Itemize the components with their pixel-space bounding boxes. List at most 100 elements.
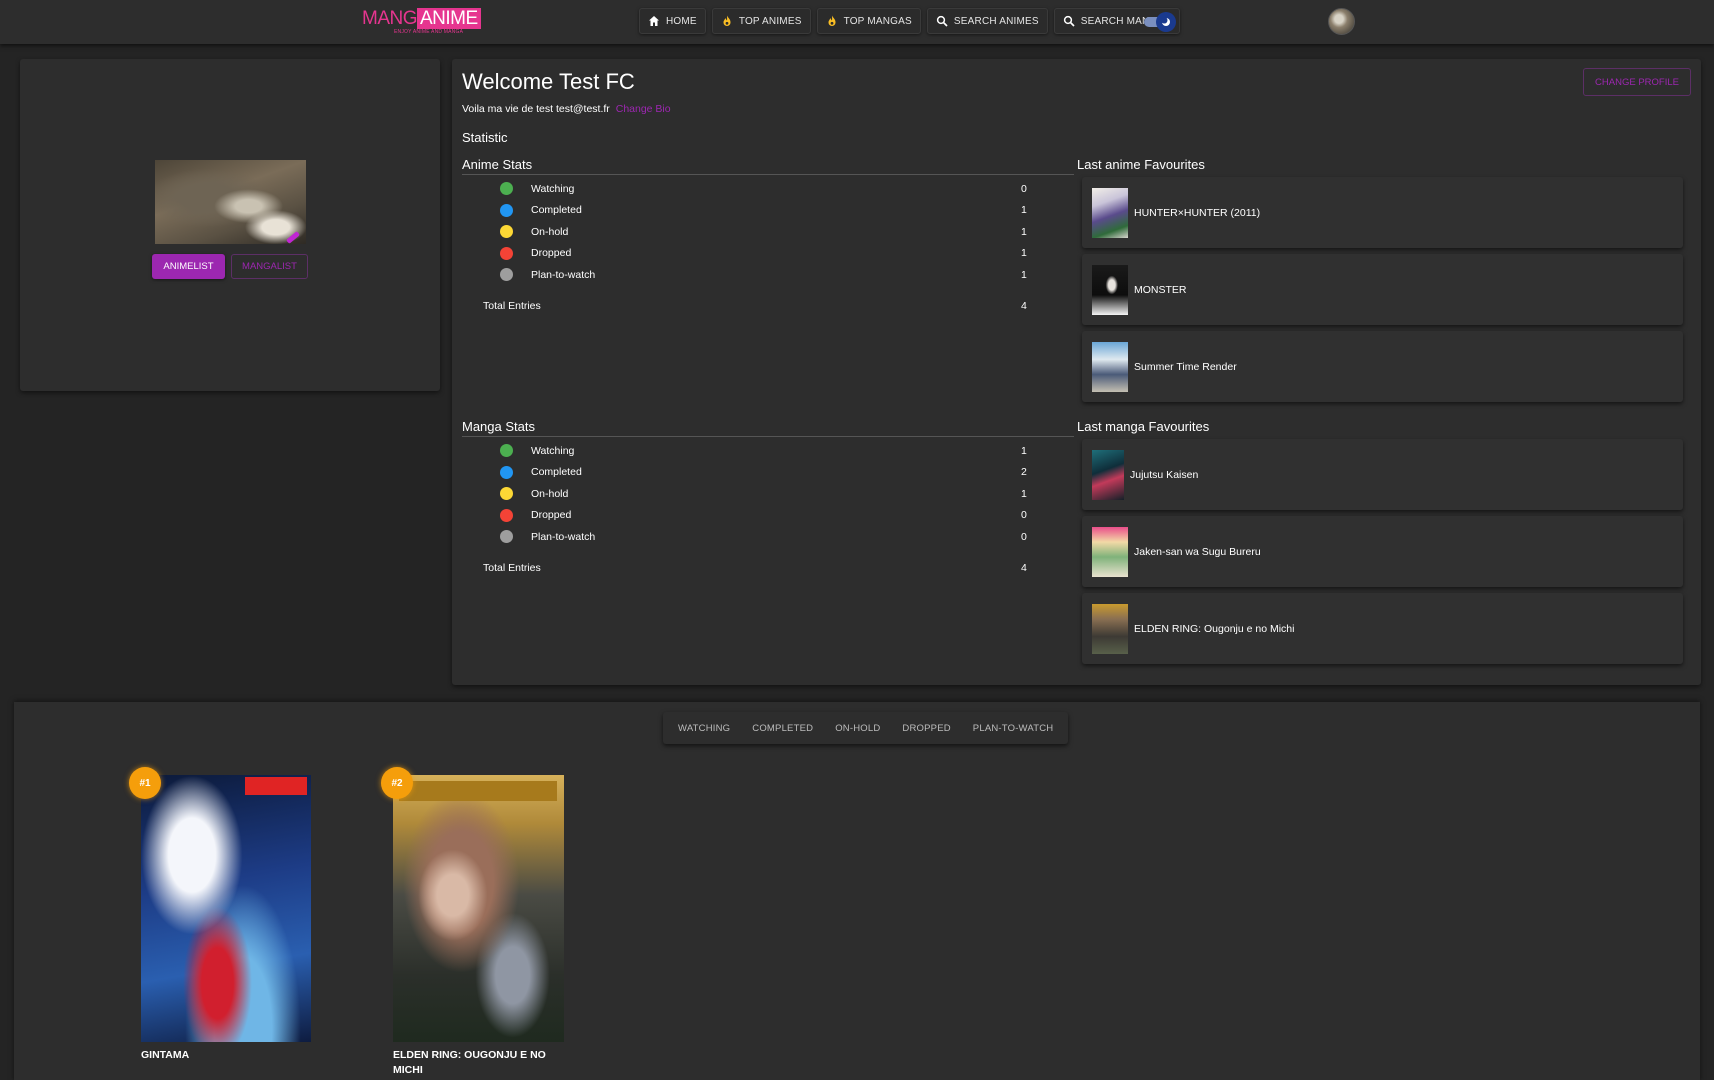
stat-row-completed: Completed 1 (462, 200, 1074, 222)
stat-row-watching: Watching 1 (462, 440, 1074, 462)
manga-stats: Manga Stats Watching 1 Completed 2 On-ho… (462, 419, 1074, 578)
tab-completed[interactable]: COMPLETED (741, 723, 824, 734)
fav-title: Jaken-san wa Sugu Bureru (1134, 545, 1261, 558)
bio-text: Voila ma vie de test test@test.fr (462, 103, 610, 115)
fav-title: Jujutsu Kaisen (1130, 468, 1199, 481)
logo-word-mang: MANG (362, 8, 418, 29)
tab-plan-to-watch[interactable]: PLAN-TO-WATCH (962, 723, 1065, 734)
fav-thumbnail (1092, 603, 1128, 654)
status-dot-completed (500, 465, 513, 479)
total-entries-row: Total Entries 4 (462, 296, 1074, 316)
stat-value: 1 (1021, 204, 1027, 217)
status-dot-dropped (500, 246, 513, 260)
dark-mode-toggle[interactable] (1142, 12, 1176, 32)
stat-value: 0 (1021, 182, 1027, 195)
edit-pencil-icon[interactable] (286, 231, 300, 244)
stat-label: Dropped (531, 509, 572, 522)
fav-title: MONSTER (1134, 283, 1187, 296)
animelist-button[interactable]: ANIMELIST (152, 254, 225, 279)
fav-thumbnail (1092, 187, 1128, 238)
favourite-item[interactable]: Summer Time Render (1082, 331, 1683, 402)
nav-top-mangas-label: TOP MANGAS (843, 15, 912, 27)
fire-icon (828, 15, 836, 26)
total-label: Total Entries (483, 561, 541, 574)
welcome-title: Welcome Test FC (462, 69, 635, 94)
stat-label: Watching (531, 444, 575, 457)
tab-watching[interactable]: WATCHING (667, 723, 741, 734)
stat-label: Completed (531, 466, 582, 479)
stat-row-dropped: Dropped 0 (462, 505, 1074, 527)
manga-favourites: Last manga Favourites Jujutsu Kaisen Jak… (1077, 419, 1691, 670)
stat-value: 1 (1021, 444, 1027, 457)
anime-favourites-title: Last anime Favourites (1077, 157, 1205, 172)
total-value: 4 (1021, 299, 1027, 312)
total-entries-row: Total Entries 4 (462, 558, 1074, 578)
stat-label: Watching (531, 182, 575, 195)
total-label: Total Entries (483, 299, 541, 312)
stat-value: 1 (1021, 225, 1027, 238)
favourite-item[interactable]: MONSTER (1082, 254, 1683, 325)
nav-home-label: HOME (666, 15, 697, 27)
stat-label: Plan-to-watch (531, 268, 596, 281)
entry-title: ELDEN RING: OUGONJU E NO MICHI (393, 1049, 546, 1076)
status-dot-on-hold (500, 487, 513, 501)
logo-tagline: ENJOY ANIME AND MANGA (394, 29, 464, 35)
tab-on-hold[interactable]: ON-HOLD (824, 723, 891, 734)
favourite-item[interactable]: ELDEN RING: Ougonju e no Michi (1082, 593, 1683, 664)
stat-value: 1 (1021, 247, 1027, 260)
fav-thumbnail (1092, 449, 1124, 500)
statistic-heading: Statistic (462, 130, 508, 145)
nav-top-animes-label: TOP ANIMES (738, 15, 802, 27)
user-avatar[interactable] (1328, 8, 1355, 35)
site-logo[interactable]: MANG ANIME ENJOY ANIME AND MANGA (362, 8, 481, 36)
home-icon (649, 16, 659, 26)
entry-title: GINTAMA (141, 1049, 190, 1061)
fav-thumbnail (1092, 526, 1128, 577)
list-entry-card[interactable]: #1 GINTAMA (129, 767, 311, 1063)
stat-value: 0 (1021, 509, 1027, 522)
main-nav: HOME TOP ANIMES TOP MANGAS SEARCH ANIMES… (639, 8, 1181, 34)
main-profile-panel: Welcome Test FC Voila ma vie de test tes… (452, 59, 1701, 685)
change-profile-button[interactable]: CHANGE PROFILE (1583, 68, 1691, 96)
anime-stats-title: Anime Stats (462, 157, 1074, 175)
nav-top-animes-button[interactable]: TOP ANIMES (711, 8, 811, 34)
change-bio-link[interactable]: Change Bio (616, 103, 671, 115)
moon-icon (1161, 17, 1170, 26)
search-icon (936, 15, 948, 27)
manga-list-section: WATCHING COMPLETED ON-HOLD DROPPED PLAN-… (14, 702, 1700, 1080)
stat-row-plan-to-watch: Plan-to-watch 1 (462, 264, 1074, 286)
status-dot-plan-to-watch (500, 268, 513, 282)
cover-title-band (245, 777, 307, 795)
favourite-item[interactable]: Jujutsu Kaisen (1082, 439, 1683, 510)
stat-value: 1 (1021, 487, 1027, 500)
top-navbar: MANG ANIME ENJOY ANIME AND MANGA HOME TOP… (0, 0, 1714, 44)
nav-search-animes-button[interactable]: SEARCH ANIMES (926, 8, 1048, 34)
cover-image (393, 775, 564, 1042)
total-value: 4 (1021, 561, 1027, 574)
anime-favourites: Last anime Favourites HUNTER×HUNTER (201… (1077, 157, 1691, 408)
rank-badge: #1 (129, 767, 161, 799)
favourite-item[interactable]: Jaken-san wa Sugu Bureru (1082, 516, 1683, 587)
favourite-item[interactable]: HUNTER×HUNTER (2011) (1082, 177, 1683, 248)
fav-title: HUNTER×HUNTER (2011) (1134, 206, 1261, 219)
fav-thumbnail (1092, 341, 1128, 392)
search-icon (1063, 15, 1075, 27)
mangalist-button[interactable]: MANGALIST (231, 254, 308, 279)
nav-home-button[interactable]: HOME (639, 8, 706, 34)
list-entry-card[interactable]: #2 ELDEN RING: OUGONJU E NO MICHI (381, 767, 564, 1078)
nav-top-mangas-button[interactable]: TOP MANGAS (816, 8, 921, 34)
fav-title: ELDEN RING: Ougonju e no Michi (1134, 622, 1295, 635)
profile-picture (155, 160, 306, 244)
cover-image (141, 775, 311, 1042)
toggle-knob (1156, 12, 1176, 32)
logo-word-anime: ANIME (417, 8, 481, 29)
cover-title-band (399, 781, 557, 801)
manga-stats-title: Manga Stats (462, 419, 1074, 437)
fire-icon (723, 15, 731, 26)
stat-row-plan-to-watch: Plan-to-watch 0 (462, 526, 1074, 548)
status-dot-watching (500, 182, 513, 196)
fav-thumbnail (1092, 264, 1128, 315)
tab-dropped[interactable]: DROPPED (891, 723, 961, 734)
stat-value: 2 (1021, 466, 1027, 479)
stat-label: On-hold (531, 487, 569, 500)
